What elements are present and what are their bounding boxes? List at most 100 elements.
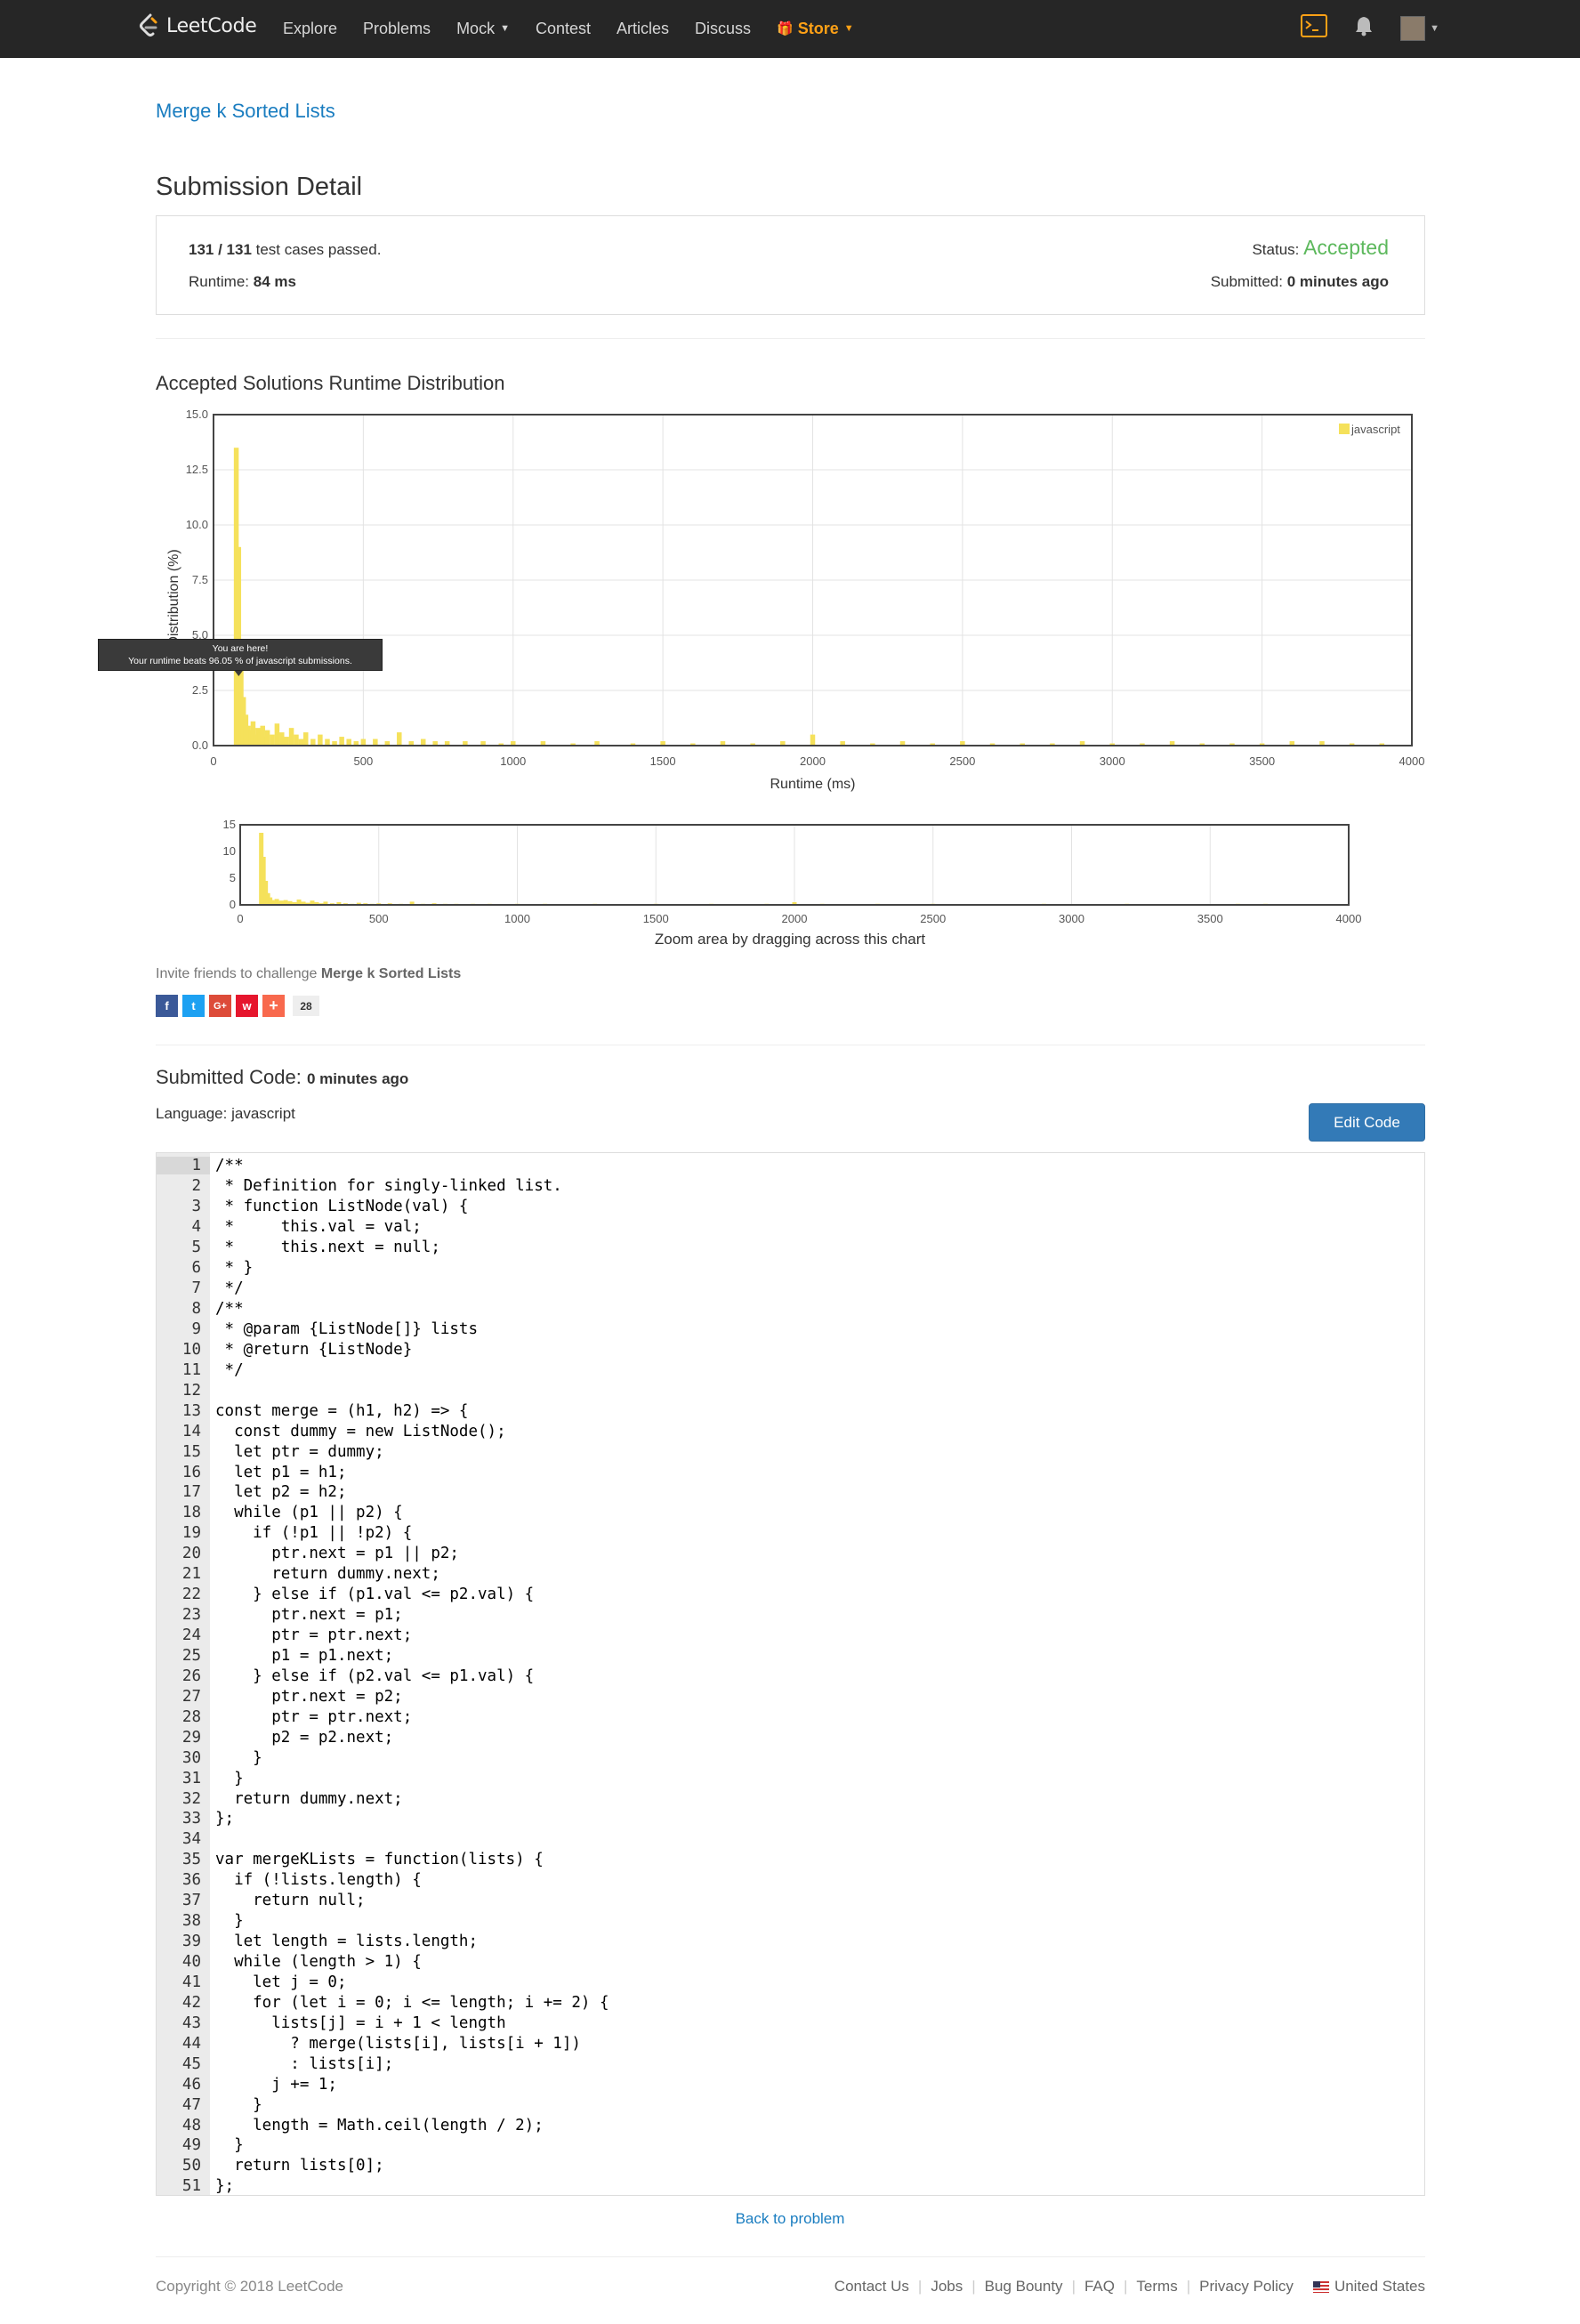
footer-bug-bounty[interactable]: Bug Bounty <box>985 2278 1063 2296</box>
chart-bar <box>1379 743 1385 746</box>
runtime-label: Runtime: <box>189 273 254 290</box>
chart-bar <box>1199 743 1205 746</box>
cases-passed: 131 / 131 <box>189 241 252 258</box>
line-text: */ <box>215 1279 244 1298</box>
code-editor[interactable]: 1/** 2 * Definition for singly-linked lis… <box>156 1152 1425 2196</box>
test-cases-summary: 131 / 131 test cases passed. <box>189 241 381 259</box>
mini-chart-bar <box>1125 903 1130 905</box>
facebook-icon[interactable]: f <box>156 995 178 1017</box>
divider <box>156 2256 1425 2257</box>
chart-bar <box>264 730 270 746</box>
brand-logo[interactable]: LeetCode <box>138 12 257 39</box>
nav-articles[interactable]: Articles <box>617 20 669 38</box>
nav-problems[interactable]: Problems <box>363 20 431 38</box>
mini-chart-bar <box>1013 904 1019 905</box>
chart-bar <box>294 734 299 746</box>
code-line: 26 } else if (p2.val <= p1.val) { <box>157 1666 1424 1686</box>
mini-chart-bar <box>336 902 342 905</box>
code-line: 30 } <box>157 1747 1424 1768</box>
back-to-problem-link[interactable]: Back to problem <box>0 2210 1580 2228</box>
bell-icon[interactable] <box>1354 15 1374 41</box>
line-number: 2 <box>191 1177 201 1196</box>
line-text: */ <box>215 1360 244 1379</box>
mini-chart-bar <box>421 903 426 905</box>
line-number: 31 <box>181 1769 201 1787</box>
mini-chart-bar <box>292 902 297 905</box>
line-text: * function ListNode(val) { <box>215 1198 469 1216</box>
chart-bar <box>960 741 965 746</box>
code-line: 3 * function ListNode(val) { <box>157 1197 1424 1217</box>
mini-chart-bar <box>471 903 476 905</box>
footer-terms[interactable]: Terms <box>1136 2278 1177 2296</box>
line-number: 29 <box>181 1728 201 1747</box>
chart-bar <box>360 738 367 746</box>
plot-border <box>213 414 1413 746</box>
line-number: 15 <box>181 1442 201 1461</box>
chart-bar <box>1109 743 1115 746</box>
chart-bar <box>397 732 402 746</box>
footer-privacy-policy[interactable]: Privacy Policy <box>1199 2278 1294 2296</box>
avatar <box>1400 15 1426 41</box>
chart-bar <box>463 741 468 746</box>
chart-bar <box>480 741 486 746</box>
footer-faq[interactable]: FAQ <box>1084 2278 1115 2296</box>
line-text: ptr = ptr.next; <box>215 1626 413 1645</box>
mini-chart-bar <box>296 900 302 905</box>
mini-chart-bar <box>261 857 266 905</box>
footer-jobs[interactable]: Jobs <box>931 2278 963 2296</box>
runtime-distribution-chart[interactable]: 0 500 1000 1500 2000 2500 3000 3500 40000.02.55.… <box>0 0 1580 961</box>
mini-chart-bar <box>1291 904 1296 905</box>
x-tick-label: 500 <box>369 912 389 925</box>
chart-bar <box>279 732 285 746</box>
chart-bar <box>346 738 351 746</box>
mini-chart-bar <box>764 903 770 905</box>
code-line: 33}; <box>157 1809 1424 1829</box>
code-line: 36 if (!lists.length) { <box>157 1870 1424 1891</box>
code-line: 35 var mergeKLists = function(lists) { <box>157 1850 1424 1870</box>
code-line: 1 /** <box>157 1156 1424 1176</box>
x-tick-label: 4000 <box>1336 912 1362 925</box>
footer-contact-us[interactable]: Contact Us <box>834 2278 909 2296</box>
nav-discuss[interactable]: Discuss <box>695 20 751 38</box>
mini-chart-bar <box>681 904 686 905</box>
problem-title-link[interactable]: Merge k Sorted Lists <box>156 100 335 123</box>
line-number: 18 <box>181 1504 201 1522</box>
user-menu[interactable]: ▼ <box>1400 15 1439 41</box>
mini-chart-bar <box>431 903 437 905</box>
region-selector[interactable]: United States <box>1334 2278 1425 2296</box>
mini-chart-bar <box>409 901 415 905</box>
chart-bar <box>298 738 304 746</box>
edit-code-button[interactable]: Edit Code <box>1309 1103 1425 1142</box>
chart-bar <box>989 743 996 746</box>
line-number: 34 <box>181 1830 201 1849</box>
y-axis-label: Distribution (%) <box>166 549 181 646</box>
chart-bar <box>870 743 875 746</box>
line-number: 23 <box>181 1606 201 1625</box>
weibo-icon[interactable]: w <box>236 995 258 1017</box>
nav-store[interactable]: 🎁 Store ▼ <box>777 20 854 38</box>
mini-chart-bar <box>625 904 631 905</box>
chart-bar <box>246 725 251 746</box>
caret-down-icon: ▼ <box>843 23 854 34</box>
twitter-icon[interactable]: t <box>182 995 205 1017</box>
chart-bar <box>1050 743 1055 746</box>
terminal-icon[interactable] <box>1301 14 1328 42</box>
nav-explore[interactable]: Explore <box>283 20 337 38</box>
chart-bar <box>248 730 254 746</box>
code-line: 40 while (length > 1) { <box>157 1952 1424 1973</box>
line-number: 8 <box>191 1300 201 1319</box>
line-number: 50 <box>181 2157 201 2175</box>
code-line: 6 * } <box>157 1258 1424 1279</box>
line-number: 11 <box>181 1360 201 1379</box>
nav-contest[interactable]: Contest <box>536 20 591 38</box>
nav-mock[interactable]: Mock ▼ <box>456 20 510 38</box>
tooltip-text: Your runtime beats 96.05 % of javascript… <box>128 656 352 666</box>
x-tick-label: 3500 <box>1197 912 1223 925</box>
chart-bar <box>630 743 636 746</box>
line-text: * Definition for singly-linked list. <box>215 1177 562 1196</box>
mini-chart-bar <box>1041 903 1046 905</box>
share-plus-icon[interactable]: + <box>262 995 285 1017</box>
google-plus-icon[interactable]: G+ <box>209 995 231 1017</box>
footer-links: Contact Us | Jobs | Bug Bounty | FAQ | Terms… <box>834 2278 1425 2296</box>
status-badge: Accepted <box>1303 236 1389 259</box>
